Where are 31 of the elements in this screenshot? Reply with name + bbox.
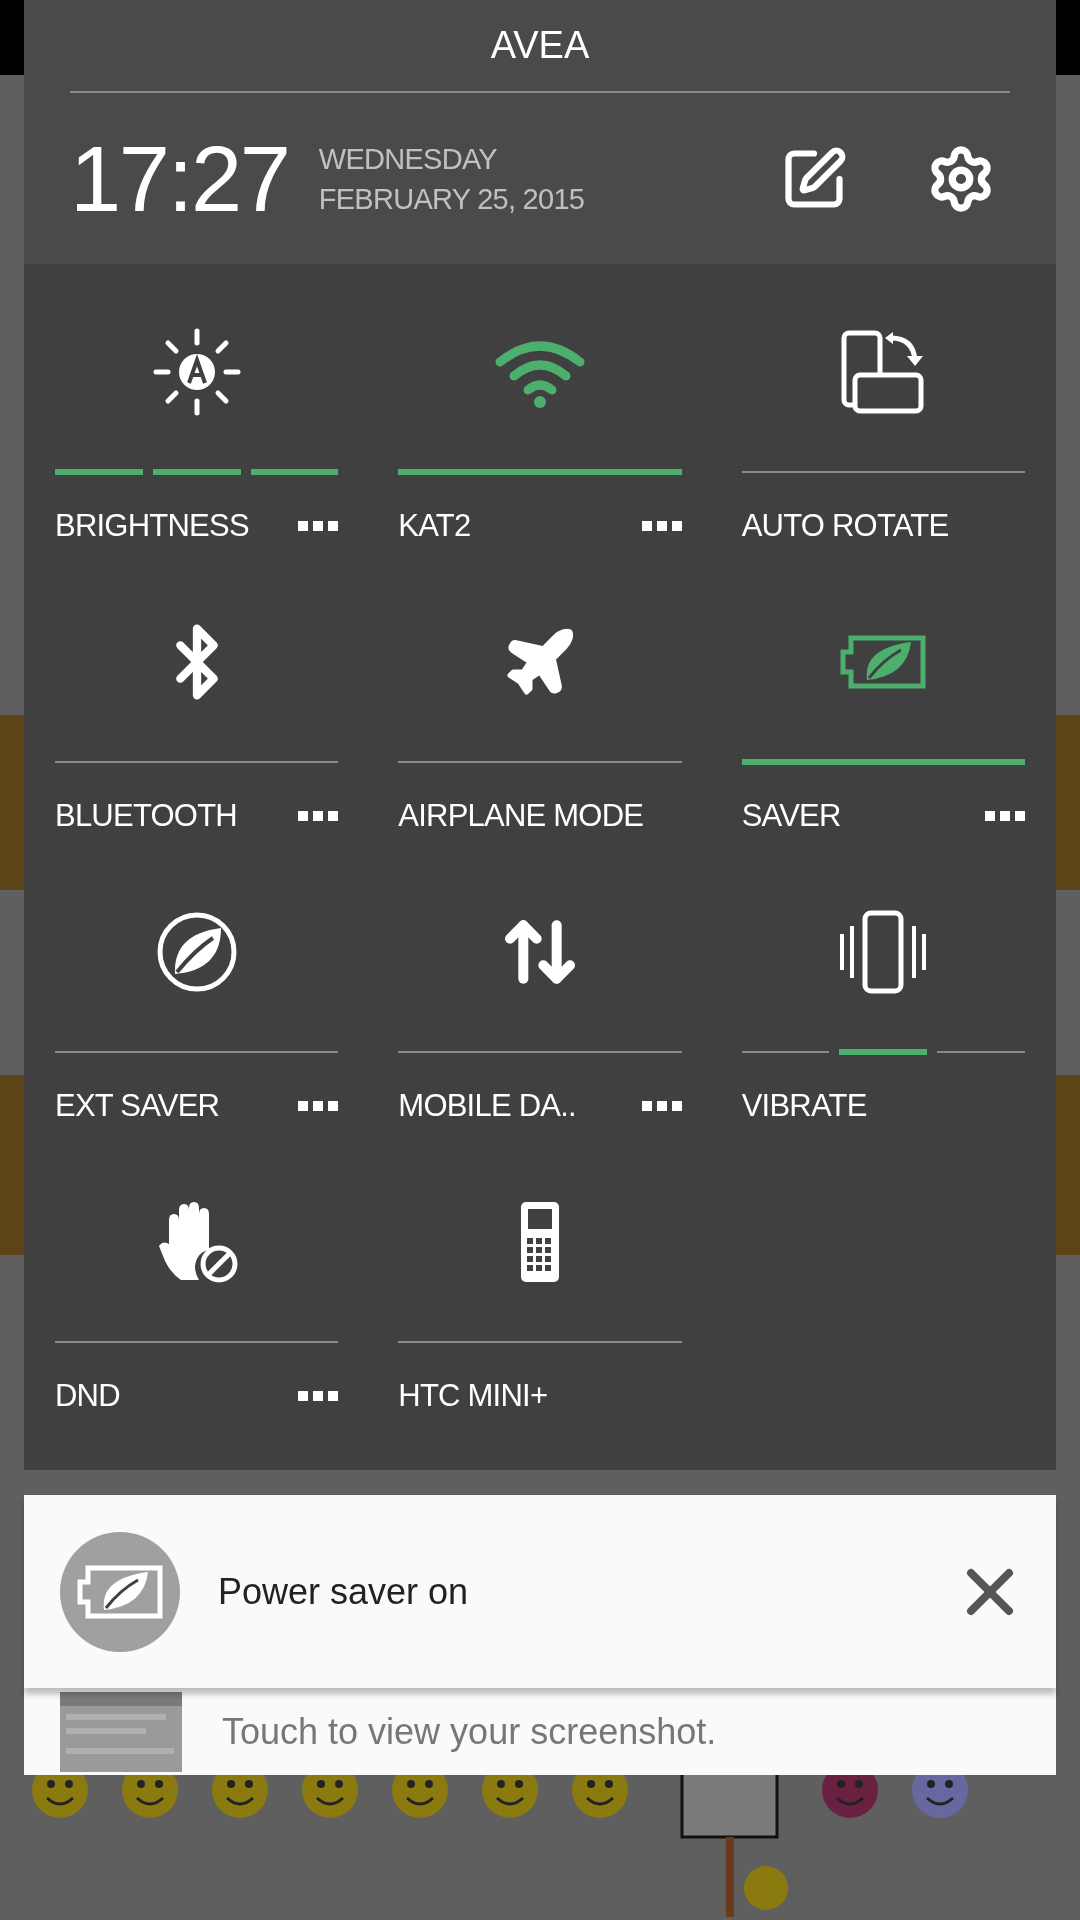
clock-time: 17:27 [70,126,289,232]
more-icon[interactable] [985,811,1025,822]
notification-text: Touch to view your screenshot. [222,1709,717,1754]
vibrate-icon [838,909,929,994]
toggle-label: AIRPLANE MODE [398,797,644,835]
notification-card[interactable]: Touch to view your screenshot. [24,1688,1056,1775]
weekday-text: WEDNESDAY [318,141,498,177]
more-icon[interactable] [298,811,339,822]
toggle-label: DND [55,1377,120,1415]
toggle-label: VIBRATE [741,1087,867,1125]
date-text: FEBRUARY 25, 2015 [318,181,585,217]
more-icon[interactable] [641,521,682,532]
toggle-label: BRIGHTNESS [55,507,249,545]
toggle-label: SAVER [741,797,841,835]
more-icon[interactable] [298,1101,339,1112]
toggle-label: BLUETOOTH [55,797,237,835]
more-icon[interactable] [298,521,339,532]
carrier-name: AVEA [490,23,590,68]
toggle-label: KAT2 [398,507,471,545]
notification-card[interactable]: Power saver on [24,1495,1056,1688]
auto-brightness-icon [151,326,242,417]
more-icon[interactable] [641,1101,682,1112]
rotate-screen-icon [841,329,926,414]
toggle-label: HTC MINI+ [398,1377,548,1415]
more-icon[interactable] [298,1391,339,1402]
toggle-label: MOBILE DA.. [398,1087,576,1125]
handset-remote-icon [518,1199,562,1284]
toggle-label: EXT SAVER [55,1087,220,1125]
notification-title: Power saver on [218,1569,469,1614]
battery-leaf-icon [839,633,928,690]
toggle-label: AUTO ROTATE [741,507,949,545]
